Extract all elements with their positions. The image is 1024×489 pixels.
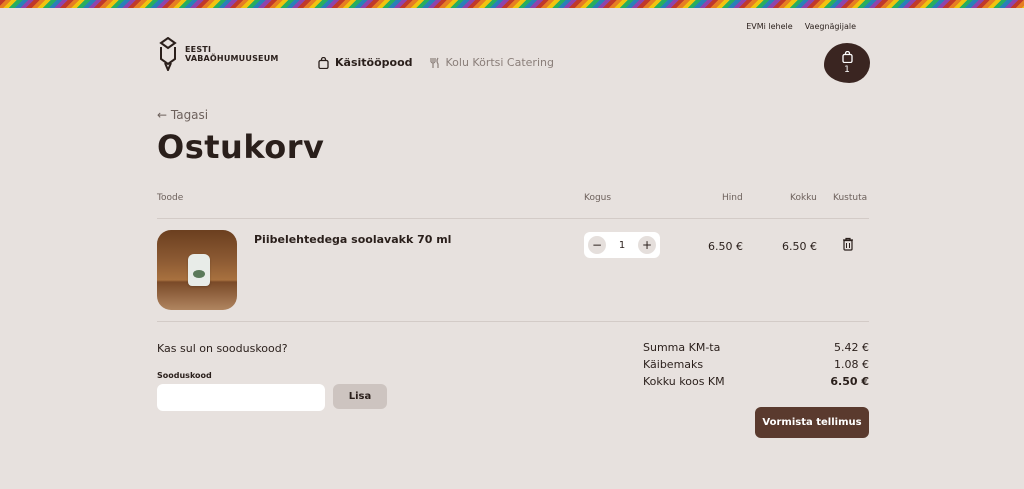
row-total: 6.50 € [782, 240, 817, 253]
quantity-stepper: − 1 + [584, 232, 660, 258]
main-nav: Käsitööpood Kolu Körtsi Catering [318, 56, 554, 69]
nav-item-catering[interactable]: Kolu Körtsi Catering [429, 56, 554, 69]
utensils-icon [429, 57, 439, 68]
accessibility-link[interactable]: Vaegnägijale [805, 22, 856, 31]
summary-row-net: Summa KM-ta 5.42 € [643, 341, 869, 354]
logo-line-2: VABAÕHUMUUSEUM [185, 54, 279, 63]
table-divider-bottom [157, 321, 869, 322]
promo-apply-button[interactable]: Lisa [333, 384, 387, 409]
nav-item-shop[interactable]: Käsitööpood [318, 56, 413, 69]
trash-icon[interactable] [842, 237, 854, 251]
museum-logo[interactable]: EESTI VABAÕHUMUUSEUM [157, 37, 279, 71]
summary-row-vat: Käibemaks 1.08 € [643, 358, 869, 371]
promo-code-input[interactable] [157, 384, 325, 411]
product-name[interactable]: Piibelehtedega soolavakk 70 ml [254, 233, 451, 246]
col-header-qty: Kogus [584, 193, 612, 203]
decrease-button[interactable]: − [588, 236, 606, 254]
logo-line-1: EESTI [185, 45, 212, 54]
summary-label: Käibemaks [643, 358, 704, 371]
promo-label: Sooduskood [157, 371, 212, 380]
logo-text: EESTI VABAÕHUMUUSEUM [185, 45, 279, 63]
logo-mark-icon [159, 37, 177, 71]
promo-question: Kas sul on sooduskood? [157, 342, 288, 355]
col-header-product: Toode [157, 193, 184, 203]
summary-amount: 1.08 € [834, 358, 869, 371]
cart-button[interactable]: 1 [824, 43, 870, 83]
increase-button[interactable]: + [638, 236, 656, 254]
summary-label: Kokku koos KM [643, 375, 725, 388]
page-title: Ostukorv [157, 128, 325, 166]
table-divider-top [157, 218, 869, 219]
nav-item-label: Kolu Körtsi Catering [445, 56, 554, 69]
col-header-total: Kokku [790, 193, 817, 203]
cart-count: 1 [844, 65, 850, 75]
bag-icon [318, 56, 329, 69]
bag-icon [841, 51, 853, 63]
nav-item-label: Käsitööpood [335, 56, 413, 69]
summary-label: Summa KM-ta [643, 341, 721, 354]
unit-price: 6.50 € [708, 240, 743, 253]
col-header-price: Hind [722, 193, 743, 203]
checkout-button[interactable]: Vormista tellimus [755, 407, 869, 438]
summary-amount: 6.50 € [830, 375, 869, 388]
decorative-pattern-border [0, 0, 1024, 8]
summary-row-total: Kokku koos KM 6.50 € [643, 375, 869, 388]
summary-amount: 5.42 € [834, 341, 869, 354]
product-image[interactable] [157, 230, 237, 310]
quantity-value: 1 [618, 239, 626, 251]
evm-link[interactable]: EVMi lehele [746, 22, 792, 31]
back-link[interactable]: ← Tagasi [157, 108, 208, 122]
col-header-delete: Kustuta [833, 193, 868, 203]
top-links: EVMi lehele Vaegnägijale [746, 22, 856, 31]
